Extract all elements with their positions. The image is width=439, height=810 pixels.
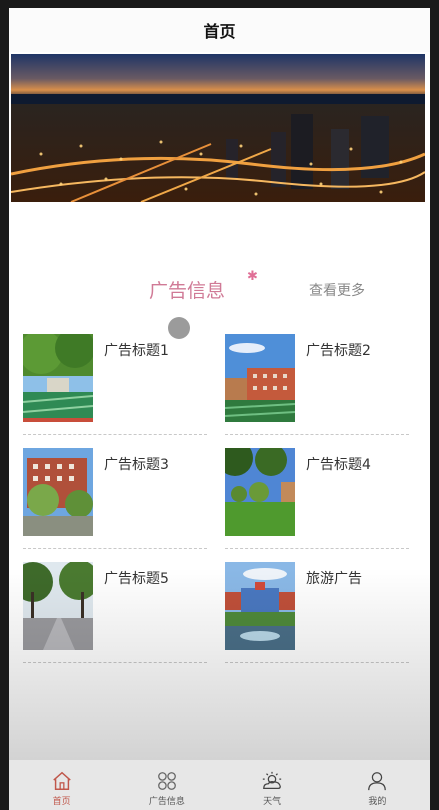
ad-card-3[interactable]: 广告标题3 [23, 448, 207, 549]
user-icon [368, 772, 387, 791]
tab-profile[interactable]: 我的 [325, 760, 430, 810]
tab-label: 首页 [52, 797, 71, 807]
ad-card-2[interactable]: 广告标题2 [225, 334, 409, 435]
app-screen: 首页 广告信息 ✱ 查看更多 广告标题1 广告标题2 广告标题3 广告标题4 广… [9, 8, 430, 810]
bottom-tab-bar: 首页 广告信息 天气 我的 [9, 760, 430, 810]
ad-title: 广告标题2 [306, 343, 371, 359]
view-more-link[interactable]: 查看更多 [309, 280, 365, 300]
ad-title: 广告标题3 [104, 457, 169, 473]
ad-thumbnail [23, 334, 93, 422]
page-title: 首页 [203, 22, 236, 41]
ad-thumbnail [23, 562, 93, 650]
banner-image[interactable] [11, 54, 425, 202]
ad-card-5[interactable]: 广告标题5 [23, 562, 207, 663]
ad-title: 广告标题1 [104, 343, 169, 359]
weather-icon [262, 771, 282, 789]
ad-card-4[interactable]: 广告标题4 [225, 448, 409, 549]
ad-card-1[interactable]: 广告标题1 [23, 334, 207, 435]
home-icon [52, 771, 71, 790]
ad-section-header: 广告信息 ✱ 查看更多 [9, 266, 430, 306]
ad-title: 广告标题4 [306, 457, 371, 473]
tab-label: 广告信息 [148, 797, 185, 807]
ad-card-6[interactable]: 旅游广告 [225, 562, 409, 663]
ad-thumbnail [225, 562, 295, 650]
tab-label: 天气 [263, 797, 282, 807]
ad-title: 广告标题5 [104, 571, 169, 587]
star-icon: ✱ [247, 269, 258, 284]
touch-indicator [168, 317, 190, 339]
ad-thumbnail [225, 334, 295, 422]
grid-icon [157, 772, 176, 790]
tab-weather[interactable]: 天气 [220, 760, 325, 810]
tab-home[interactable]: 首页 [9, 760, 114, 810]
tab-ads[interactable]: 广告信息 [114, 760, 219, 810]
city-night-image [11, 54, 425, 202]
tab-label: 我的 [368, 797, 387, 807]
section-title: 广告信息 [149, 280, 226, 302]
ad-thumbnail [23, 448, 93, 536]
ad-thumbnail [225, 448, 295, 536]
navigation-bar: 首页 [9, 8, 430, 52]
ad-title: 旅游广告 [306, 571, 362, 587]
